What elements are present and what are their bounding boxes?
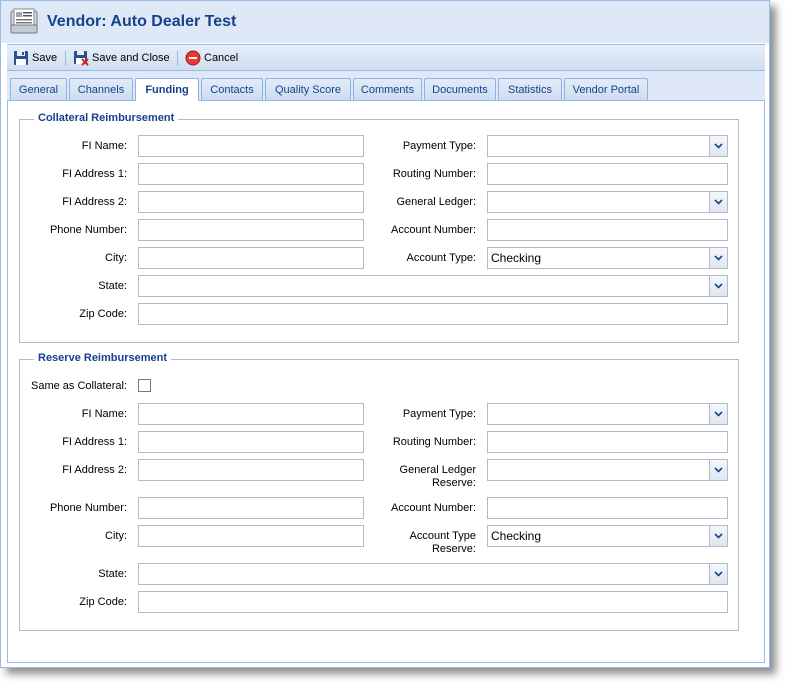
window-title: Vendor: Auto Dealer Test — [47, 13, 237, 30]
chevron-down-icon[interactable] — [709, 248, 727, 268]
tab-documents[interactable]: Documents — [424, 78, 496, 100]
tab-statistics[interactable]: Statistics — [498, 78, 562, 100]
reserve-city-label: City: — [105, 530, 127, 542]
reserve-fi-address1-label: FI Address 1: — [62, 436, 127, 448]
payment-type-select[interactable] — [487, 135, 728, 157]
account-type-value: Checking — [491, 251, 542, 265]
toolbar-separator — [177, 51, 178, 66]
account-type-reserve-value: Checking — [491, 529, 542, 543]
reserve-reimbursement-group: Reserve Reimbursement Same as Collateral… — [19, 352, 739, 631]
account-number-field[interactable] — [487, 219, 728, 241]
save-label: Save — [32, 52, 58, 64]
save-close-icon — [73, 50, 89, 66]
toolbar: Save Save and Close Cancel — [7, 44, 765, 71]
cancel-label: Cancel — [204, 52, 239, 64]
reserve-fi-name-label: FI Name: — [81, 408, 127, 420]
general-ledger-reserve-label-line1: General Ledger — [399, 464, 476, 476]
save-and-close-label: Save and Close — [92, 52, 170, 64]
funding-panel: Collateral Reimbursement FI Name: FI Add… — [7, 101, 765, 663]
account-number-label: Account Number: — [391, 224, 476, 236]
vendor-window: Vendor: Auto Dealer Test Save Save and C… — [0, 0, 770, 668]
reserve-fi-address2-field[interactable] — [138, 459, 364, 481]
payment-type-label: Payment Type: — [402, 140, 476, 152]
reserve-account-number-field[interactable] — [487, 497, 728, 519]
reserve-fi-name-field[interactable] — [138, 403, 364, 425]
chevron-down-icon[interactable] — [709, 526, 727, 546]
tab-contacts[interactable]: Contacts — [201, 78, 263, 100]
general-ledger-label: General Ledger: — [396, 196, 477, 208]
tab-channels[interactable]: Channels — [69, 78, 133, 100]
collateral-reimbursement-group: Collateral Reimbursement FI Name: FI Add… — [19, 112, 739, 343]
account-type-reserve-label-line2: Reserve: — [431, 543, 476, 555]
account-type-reserve-label-line1: Account Type — [409, 530, 476, 542]
phone-number-field[interactable] — [138, 219, 364, 241]
fi-address1-label: FI Address 1: — [62, 168, 127, 180]
vendor-document-icon — [9, 7, 39, 37]
zip-code-field[interactable] — [138, 303, 728, 325]
toolbar-separator — [65, 51, 66, 66]
fi-address2-field[interactable] — [138, 191, 364, 213]
state-label: State: — [98, 280, 127, 292]
chevron-down-icon[interactable] — [709, 192, 727, 212]
reserve-fi-address2-label: FI Address 2: — [62, 464, 127, 476]
reserve-payment-type-select[interactable] — [487, 403, 728, 425]
account-type-reserve-select[interactable]: Checking — [487, 525, 728, 547]
reserve-payment-type-label: Payment Type: — [402, 408, 476, 420]
reserve-account-number-label: Account Number: — [391, 502, 476, 514]
cancel-button[interactable]: Cancel — [185, 49, 238, 67]
chevron-down-icon[interactable] — [709, 404, 727, 424]
tab-funding[interactable]: Funding — [135, 78, 199, 101]
cancel-icon — [185, 50, 201, 66]
save-button[interactable]: Save — [13, 49, 57, 67]
general-ledger-reserve-label-line2: Reserve: — [431, 477, 476, 489]
city-label: City: — [105, 252, 127, 264]
tab-comments[interactable]: Comments — [353, 78, 422, 100]
tab-quality-score[interactable]: Quality Score — [265, 78, 351, 100]
phone-number-label: Phone Number: — [49, 224, 127, 236]
collateral-legend: Collateral Reimbursement — [34, 112, 179, 124]
zip-code-label: Zip Code: — [79, 308, 127, 320]
tab-general[interactable]: General — [10, 78, 67, 100]
reserve-state-label: State: — [98, 568, 127, 580]
reserve-zip-code-label: Zip Code: — [79, 596, 127, 608]
reserve-routing-number-label: Routing Number: — [392, 436, 476, 448]
tab-strip: General Channels Funding Contacts Qualit… — [7, 71, 765, 101]
same-as-collateral-label: Same as Collateral: — [31, 380, 127, 392]
reserve-state-select[interactable] — [138, 563, 728, 585]
fi-name-label: FI Name: — [81, 140, 127, 152]
fi-name-field[interactable] — [138, 135, 364, 157]
city-field[interactable] — [138, 247, 364, 269]
reserve-city-field[interactable] — [138, 525, 364, 547]
reserve-phone-number-field[interactable] — [138, 497, 364, 519]
same-as-collateral-checkbox[interactable] — [138, 379, 151, 392]
routing-number-field[interactable] — [487, 163, 728, 185]
chevron-down-icon[interactable] — [709, 564, 727, 584]
general-ledger-reserve-select[interactable] — [487, 459, 728, 481]
tab-vendor-portal[interactable]: Vendor Portal — [564, 78, 648, 100]
fi-address1-field[interactable] — [138, 163, 364, 185]
floppy-disk-icon — [13, 50, 29, 66]
routing-number-label: Routing Number: — [392, 168, 476, 180]
reserve-zip-code-field[interactable] — [138, 591, 728, 613]
account-type-select[interactable]: Checking — [487, 247, 728, 269]
chevron-down-icon[interactable] — [709, 136, 727, 156]
account-type-label: Account Type: — [406, 252, 476, 264]
window-titlebar: Vendor: Auto Dealer Test — [1, 1, 769, 43]
reserve-routing-number-field[interactable] — [487, 431, 728, 453]
chevron-down-icon[interactable] — [709, 276, 727, 296]
state-select[interactable] — [138, 275, 728, 297]
fi-address2-label: FI Address 2: — [62, 196, 127, 208]
save-and-close-button[interactable]: Save and Close — [73, 49, 170, 67]
reserve-phone-number-label: Phone Number: — [49, 502, 127, 514]
chevron-down-icon[interactable] — [709, 460, 727, 480]
reserve-fi-address1-field[interactable] — [138, 431, 364, 453]
general-ledger-select[interactable] — [487, 191, 728, 213]
reserve-legend: Reserve Reimbursement — [34, 352, 172, 364]
